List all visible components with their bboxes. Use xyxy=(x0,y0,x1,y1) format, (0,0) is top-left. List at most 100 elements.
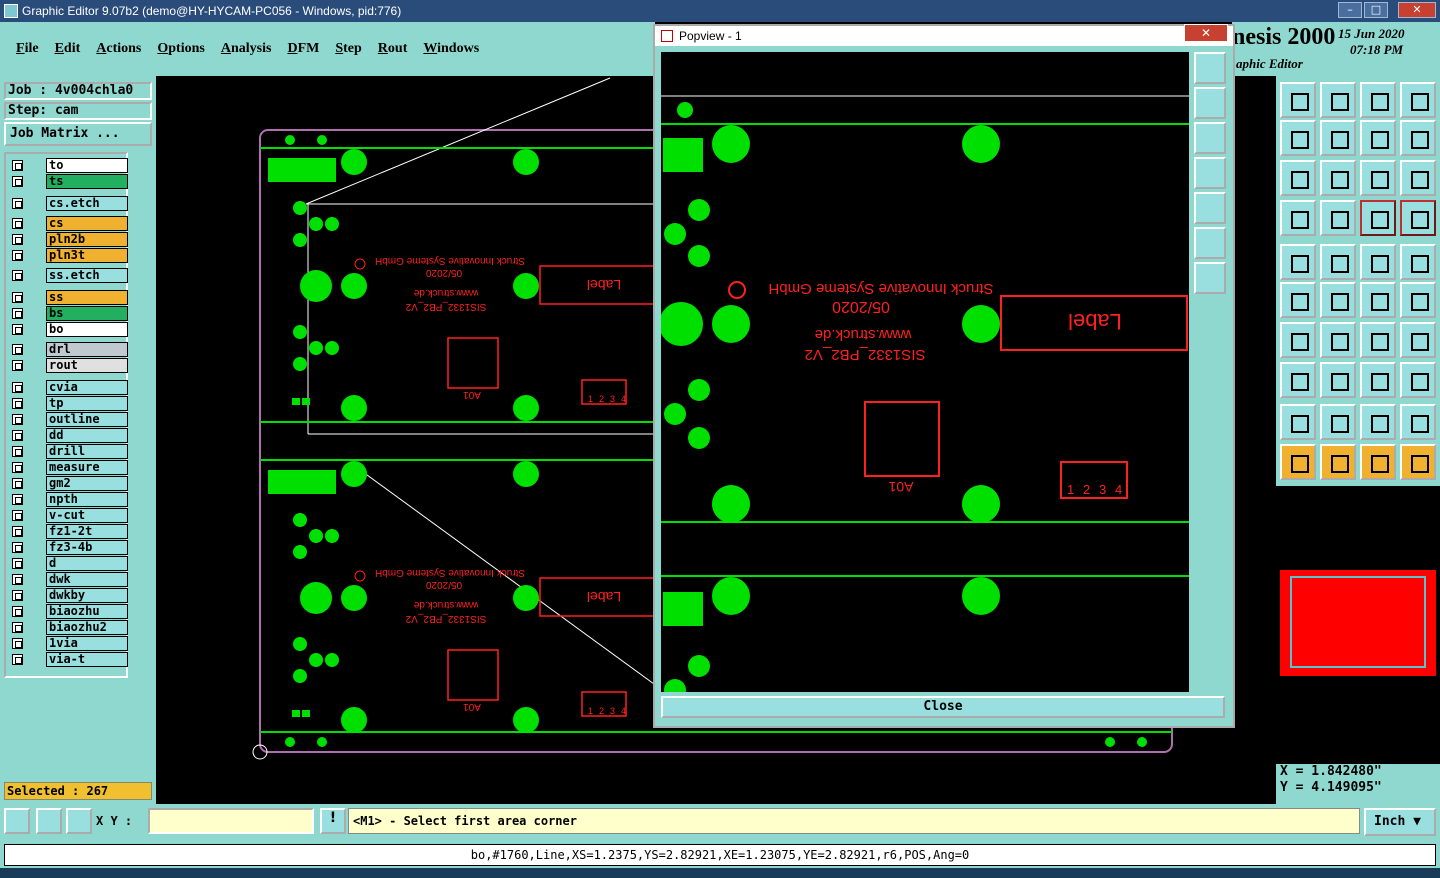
layer-name[interactable]: cvia xyxy=(46,380,128,395)
rotate-icon[interactable] xyxy=(1360,322,1396,358)
overview-viewport[interactable] xyxy=(1290,576,1426,668)
layer-row-biaozhu2[interactable]: biaozhu2 xyxy=(10,620,128,635)
tri-b-icon[interactable] xyxy=(1320,404,1356,440)
layer-name[interactable]: pln2b xyxy=(46,232,128,247)
menu-step[interactable]: Step xyxy=(327,38,369,60)
layer-row-dwk[interactable]: dwk xyxy=(10,572,128,587)
layer-name[interactable]: d xyxy=(46,556,128,571)
dot-icon[interactable] xyxy=(1400,244,1436,280)
layer-row-dwkby[interactable]: dwkby xyxy=(10,588,128,603)
left-icon[interactable] xyxy=(1280,120,1316,156)
menu-edit[interactable]: Edit xyxy=(47,38,89,60)
layer-row-npth[interactable]: npth xyxy=(10,492,128,507)
layer-row-bo[interactable]: bo xyxy=(10,322,128,337)
job-matrix-button[interactable]: Job Matrix ... xyxy=(4,122,152,146)
tool-c-icon[interactable] xyxy=(1280,362,1316,398)
angle-b-icon[interactable] xyxy=(1320,322,1356,358)
popview-pan-right-icon[interactable] xyxy=(1194,192,1226,224)
zoom-fit-icon[interactable] xyxy=(1320,160,1356,196)
layer-name[interactable]: ts xyxy=(46,174,128,189)
home-down-icon[interactable] xyxy=(1320,82,1356,118)
ratio-1-2-icon[interactable] xyxy=(1360,160,1396,196)
layer-checkbox[interactable] xyxy=(12,160,23,171)
layer-name[interactable]: biaozhu xyxy=(46,604,128,619)
popview-zoom-down-icon[interactable] xyxy=(1194,122,1226,154)
layer-row-outline[interactable]: outline xyxy=(10,412,128,427)
layer-row-pln3t[interactable]: pln3t xyxy=(10,248,128,263)
menu-file[interactable]: File xyxy=(8,38,47,60)
layer-name[interactable]: measure xyxy=(46,460,128,475)
layer-checkbox[interactable] xyxy=(12,558,23,569)
tool-a-icon[interactable] xyxy=(1280,200,1316,236)
minimize-button[interactable]: – xyxy=(1338,2,1362,18)
layer-row-1via[interactable]: 1via xyxy=(10,636,128,651)
layer-checkbox[interactable] xyxy=(12,590,23,601)
circle-pad-icon[interactable] xyxy=(1280,244,1316,280)
layer-checkbox[interactable] xyxy=(12,526,23,537)
layer-name[interactable]: ss.etch xyxy=(46,268,128,283)
menu-options[interactable]: Options xyxy=(149,38,212,60)
popview-zoom-center-icon[interactable] xyxy=(1194,262,1226,294)
layer-checkbox[interactable] xyxy=(12,542,23,553)
close-button[interactable]: ✕ xyxy=(1398,2,1436,18)
layer-checkbox[interactable] xyxy=(12,292,23,303)
line-tool-icon[interactable] xyxy=(1320,362,1356,398)
fit-icon[interactable] xyxy=(1280,160,1316,196)
layer-row-fz1-2t[interactable]: fz1-2t xyxy=(10,524,128,539)
layer-checkbox[interactable] xyxy=(12,574,23,585)
angle-a-icon[interactable] xyxy=(1280,322,1316,358)
nodes-icon[interactable] xyxy=(1280,282,1316,318)
layer-row-biaozhu[interactable]: biaozhu xyxy=(10,604,128,619)
layer-checkbox[interactable] xyxy=(12,622,23,633)
layer-name[interactable]: v-cut xyxy=(46,508,128,523)
menu-windows[interactable]: Windows xyxy=(415,38,487,60)
menu-analysis[interactable]: Analysis xyxy=(213,38,280,60)
layer-checkbox[interactable] xyxy=(12,344,23,355)
layer-checkbox[interactable] xyxy=(12,430,23,441)
layer-name[interactable]: drill xyxy=(46,444,128,459)
layer-name[interactable]: dd xyxy=(46,428,128,443)
popview-zoom-up-icon[interactable] xyxy=(1194,87,1226,119)
layer-row-cvia[interactable]: cvia xyxy=(10,380,128,395)
layer-checkbox[interactable] xyxy=(12,606,23,617)
split-icon[interactable] xyxy=(1400,82,1436,118)
maximize-button[interactable]: □ xyxy=(1364,2,1388,18)
layer-row-cs[interactable]: cs xyxy=(10,216,128,231)
help-icon[interactable] xyxy=(1400,160,1436,196)
popview-canvas[interactable]: Label A01 1 2 3 4 Struck Innovative Systeme Gm… xyxy=(661,52,1189,692)
layer-row-rout[interactable]: rout xyxy=(10,358,128,373)
layer-checkbox[interactable] xyxy=(12,478,23,489)
grid-icon[interactable] xyxy=(66,808,92,834)
line-minus-icon[interactable] xyxy=(1400,282,1436,318)
layer-row-drl[interactable]: drl xyxy=(10,342,128,357)
layer-row-drill[interactable]: drill xyxy=(10,444,128,459)
layer-row-measure[interactable]: measure xyxy=(10,460,128,475)
s-curve-icon[interactable] xyxy=(1400,120,1436,156)
tri-a-icon[interactable] xyxy=(1280,404,1316,440)
unit-select[interactable]: Inch ▼ xyxy=(1364,808,1436,836)
layer-name[interactable]: cs.etch xyxy=(46,196,128,211)
layer-checkbox[interactable] xyxy=(12,250,23,261)
layer-checkbox[interactable] xyxy=(12,308,23,319)
layer-name[interactable]: dwk xyxy=(46,572,128,587)
snap-icon[interactable] xyxy=(1400,322,1436,358)
tri-d-icon[interactable] xyxy=(1400,404,1436,440)
layer-checkbox[interactable] xyxy=(12,414,23,425)
measure-box-icon[interactable] xyxy=(1360,362,1396,398)
red-tool-a-icon[interactable] xyxy=(1360,200,1396,236)
red-tool-b-icon[interactable] xyxy=(1400,200,1436,236)
layer-checkbox[interactable] xyxy=(12,324,23,335)
line-plus-icon[interactable] xyxy=(1360,282,1396,318)
layer-name[interactable]: biaozhu2 xyxy=(46,620,128,635)
layer-checkbox[interactable] xyxy=(12,382,23,393)
layer-name[interactable]: fz3-4b xyxy=(46,540,128,555)
layer-name[interactable]: bs xyxy=(46,306,128,321)
layer-row-ss[interactable]: ss xyxy=(10,290,128,305)
home-up-icon[interactable] xyxy=(1280,82,1316,118)
cursor-icon[interactable] xyxy=(1280,444,1316,480)
layer-checkbox[interactable] xyxy=(12,360,23,371)
layer-name[interactable]: tp xyxy=(46,396,128,411)
layer-name[interactable]: fz1-2t xyxy=(46,524,128,539)
layer-name[interactable]: dwkby xyxy=(46,588,128,603)
popview-zoom-out-icon[interactable] xyxy=(1194,52,1226,84)
